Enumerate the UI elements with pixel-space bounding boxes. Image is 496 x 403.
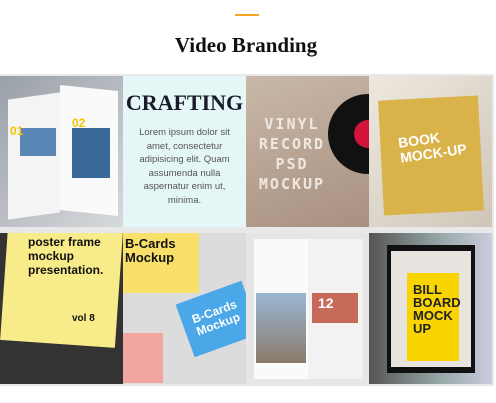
portfolio-grid: 01 02 CRAFTING Lorem ipsum dolor sit ame… (0, 74, 494, 386)
billboard-mockup-text: BILL BOARD MOCK UP (413, 282, 461, 336)
portfolio-item-vinyl[interactable]: VINYL RECORD PSD MOCKUP (246, 76, 369, 227)
portfolio-item-crafting[interactable]: CRAFTING Lorem ipsum dolor sit amet, con… (123, 76, 246, 227)
title-accent-line (235, 14, 259, 16)
magazine-number: 02 (72, 116, 86, 130)
poster-volume: vol 8 (72, 313, 95, 324)
crafting-description: Lorem ipsum dolor sit amet, consectetur … (139, 127, 230, 206)
portfolio-item-poster[interactable]: poster frame mockup presentation. vol 8 (0, 233, 123, 384)
magazine-number: 12 (318, 295, 334, 311)
portfolio-item-book[interactable]: BOOK MOCK-UP (369, 76, 492, 227)
poster-mockup-text: poster frame mockup presentation. (28, 235, 104, 277)
crafting-title: CRAFTING (125, 90, 244, 115)
portfolio-item-billboard[interactable]: BILL BOARD MOCK UP (369, 233, 492, 384)
portfolio-item-magazine[interactable]: 01 02 (0, 76, 123, 227)
section-title: Video Branding (174, 33, 318, 57)
portfolio-item-magazine-2[interactable]: 12 (246, 233, 369, 384)
vinyl-mockup-text: VINYL RECORD PSD MOCKUP (258, 115, 326, 193)
magazine-number: 01 (10, 124, 24, 138)
portfolio-item-cards[interactable]: B-Cards Mockup B-Cards Mockup (123, 233, 246, 384)
cards-mockup-text: B-Cards Mockup (125, 236, 176, 265)
